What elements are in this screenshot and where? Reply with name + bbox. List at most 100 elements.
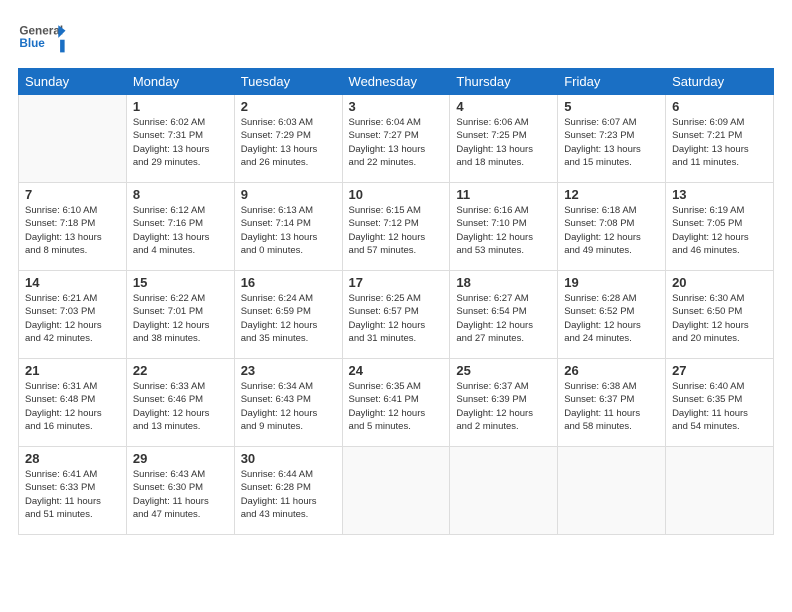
day-number: 15	[133, 275, 228, 290]
calendar-cell: 18 Sunrise: 6:27 AM Sunset: 6:54 PM Dayli…	[450, 271, 558, 359]
day-number: 30	[241, 451, 336, 466]
calendar-cell: 24 Sunrise: 6:35 AM Sunset: 6:41 PM Dayli…	[342, 359, 450, 447]
header: General Blue	[18, 18, 774, 56]
day-number: 28	[25, 451, 120, 466]
day-info: Sunrise: 6:44 AM Sunset: 6:28 PM Dayligh…	[241, 468, 336, 521]
calendar-cell: 11 Sunrise: 6:16 AM Sunset: 7:10 PM Dayli…	[450, 183, 558, 271]
week-row-5: 28 Sunrise: 6:41 AM Sunset: 6:33 PM Dayli…	[19, 447, 774, 535]
day-number: 5	[564, 99, 659, 114]
day-number: 26	[564, 363, 659, 378]
day-number: 25	[456, 363, 551, 378]
day-number: 12	[564, 187, 659, 202]
weekday-wednesday: Wednesday	[342, 69, 450, 95]
day-info: Sunrise: 6:43 AM Sunset: 6:30 PM Dayligh…	[133, 468, 228, 521]
calendar-cell: 23 Sunrise: 6:34 AM Sunset: 6:43 PM Dayli…	[234, 359, 342, 447]
day-info: Sunrise: 6:40 AM Sunset: 6:35 PM Dayligh…	[672, 380, 767, 433]
day-number: 13	[672, 187, 767, 202]
day-info: Sunrise: 6:37 AM Sunset: 6:39 PM Dayligh…	[456, 380, 551, 433]
day-number: 19	[564, 275, 659, 290]
calendar-cell: 12 Sunrise: 6:18 AM Sunset: 7:08 PM Dayli…	[558, 183, 666, 271]
day-info: Sunrise: 6:19 AM Sunset: 7:05 PM Dayligh…	[672, 204, 767, 257]
day-info: Sunrise: 6:10 AM Sunset: 7:18 PM Dayligh…	[25, 204, 120, 257]
day-info: Sunrise: 6:28 AM Sunset: 6:52 PM Dayligh…	[564, 292, 659, 345]
weekday-thursday: Thursday	[450, 69, 558, 95]
calendar-cell: 7 Sunrise: 6:10 AM Sunset: 7:18 PM Daylig…	[19, 183, 127, 271]
weekday-saturday: Saturday	[666, 69, 774, 95]
day-info: Sunrise: 6:33 AM Sunset: 6:46 PM Dayligh…	[133, 380, 228, 433]
svg-text:General: General	[19, 24, 63, 37]
calendar-cell	[450, 447, 558, 535]
day-info: Sunrise: 6:15 AM Sunset: 7:12 PM Dayligh…	[349, 204, 444, 257]
calendar-cell: 5 Sunrise: 6:07 AM Sunset: 7:23 PM Daylig…	[558, 95, 666, 183]
calendar-cell: 3Sunrise: 6:04 AM Sunset: 7:27 PM Daylig…	[342, 95, 450, 183]
day-info: Sunrise: 6:18 AM Sunset: 7:08 PM Dayligh…	[564, 204, 659, 257]
day-info: Sunrise: 6:34 AM Sunset: 6:43 PM Dayligh…	[241, 380, 336, 433]
day-number: 6	[672, 99, 767, 114]
week-row-2: 7 Sunrise: 6:10 AM Sunset: 7:18 PM Daylig…	[19, 183, 774, 271]
day-number: 27	[672, 363, 767, 378]
calendar-cell: 15 Sunrise: 6:22 AM Sunset: 7:01 PM Dayli…	[126, 271, 234, 359]
day-number: 29	[133, 451, 228, 466]
day-info: Sunrise: 6:22 AM Sunset: 7:01 PM Dayligh…	[133, 292, 228, 345]
day-info: Sunrise: 6:27 AM Sunset: 6:54 PM Dayligh…	[456, 292, 551, 345]
day-info: Sunrise: 6:03 AM Sunset: 7:29 PM Dayligh…	[241, 116, 336, 169]
day-info: Sunrise: 6:07 AM Sunset: 7:23 PM Dayligh…	[564, 116, 659, 169]
calendar-cell: 8Sunrise: 6:12 AM Sunset: 7:16 PM Daylig…	[126, 183, 234, 271]
day-number: 16	[241, 275, 336, 290]
logo: General Blue	[18, 18, 66, 56]
day-info: Sunrise: 6:16 AM Sunset: 7:10 PM Dayligh…	[456, 204, 551, 257]
calendar-page: General Blue SundayMondayTuesdayWednesda…	[0, 0, 792, 612]
day-number: 18	[456, 275, 551, 290]
calendar-cell: 10Sunrise: 6:15 AM Sunset: 7:12 PM Dayli…	[342, 183, 450, 271]
day-number: 1	[133, 99, 228, 114]
calendar-cell: 13 Sunrise: 6:19 AM Sunset: 7:05 PM Dayli…	[666, 183, 774, 271]
calendar-cell: 19 Sunrise: 6:28 AM Sunset: 6:52 PM Dayli…	[558, 271, 666, 359]
day-info: Sunrise: 6:13 AM Sunset: 7:14 PM Dayligh…	[241, 204, 336, 257]
svg-text:Blue: Blue	[19, 37, 45, 50]
day-info: Sunrise: 6:09 AM Sunset: 7:21 PM Dayligh…	[672, 116, 767, 169]
calendar-cell	[666, 447, 774, 535]
day-info: Sunrise: 6:25 AM Sunset: 6:57 PM Dayligh…	[349, 292, 444, 345]
logo-icon: General Blue	[18, 18, 66, 56]
day-number: 23	[241, 363, 336, 378]
day-number: 24	[349, 363, 444, 378]
day-info: Sunrise: 6:24 AM Sunset: 6:59 PM Dayligh…	[241, 292, 336, 345]
week-row-3: 14Sunrise: 6:21 AM Sunset: 7:03 PM Dayli…	[19, 271, 774, 359]
day-number: 14	[25, 275, 120, 290]
calendar-cell: 17 Sunrise: 6:25 AM Sunset: 6:57 PM Dayli…	[342, 271, 450, 359]
day-info: Sunrise: 6:31 AM Sunset: 6:48 PM Dayligh…	[25, 380, 120, 433]
calendar-cell: 26 Sunrise: 6:38 AM Sunset: 6:37 PM Dayli…	[558, 359, 666, 447]
day-number: 8	[133, 187, 228, 202]
day-info: Sunrise: 6:38 AM Sunset: 6:37 PM Dayligh…	[564, 380, 659, 433]
weekday-sunday: Sunday	[19, 69, 127, 95]
calendar-cell: 9 Sunrise: 6:13 AM Sunset: 7:14 PM Daylig…	[234, 183, 342, 271]
calendar-cell: 29 Sunrise: 6:43 AM Sunset: 6:30 PM Dayli…	[126, 447, 234, 535]
day-number: 11	[456, 187, 551, 202]
calendar-cell: 16 Sunrise: 6:24 AM Sunset: 6:59 PM Dayli…	[234, 271, 342, 359]
day-info: Sunrise: 6:02 AM Sunset: 7:31 PM Dayligh…	[133, 116, 228, 169]
weekday-monday: Monday	[126, 69, 234, 95]
day-info: Sunrise: 6:04 AM Sunset: 7:27 PM Dayligh…	[349, 116, 444, 169]
weekday-friday: Friday	[558, 69, 666, 95]
calendar-cell: 20 Sunrise: 6:30 AM Sunset: 6:50 PM Dayli…	[666, 271, 774, 359]
calendar-cell: 2 Sunrise: 6:03 AM Sunset: 7:29 PM Daylig…	[234, 95, 342, 183]
day-number: 17	[349, 275, 444, 290]
day-number: 9	[241, 187, 336, 202]
day-info: Sunrise: 6:35 AM Sunset: 6:41 PM Dayligh…	[349, 380, 444, 433]
day-number: 22	[133, 363, 228, 378]
day-info: Sunrise: 6:06 AM Sunset: 7:25 PM Dayligh…	[456, 116, 551, 169]
week-row-4: 21Sunrise: 6:31 AM Sunset: 6:48 PM Dayli…	[19, 359, 774, 447]
day-info: Sunrise: 6:41 AM Sunset: 6:33 PM Dayligh…	[25, 468, 120, 521]
week-row-1: 1 Sunrise: 6:02 AM Sunset: 7:31 PM Daylig…	[19, 95, 774, 183]
day-number: 20	[672, 275, 767, 290]
calendar-cell: 27 Sunrise: 6:40 AM Sunset: 6:35 PM Dayli…	[666, 359, 774, 447]
calendar-cell: 30 Sunrise: 6:44 AM Sunset: 6:28 PM Dayli…	[234, 447, 342, 535]
calendar-cell: 22 Sunrise: 6:33 AM Sunset: 6:46 PM Dayli…	[126, 359, 234, 447]
calendar-cell: 6 Sunrise: 6:09 AM Sunset: 7:21 PM Daylig…	[666, 95, 774, 183]
day-number: 2	[241, 99, 336, 114]
calendar-cell	[558, 447, 666, 535]
day-info: Sunrise: 6:30 AM Sunset: 6:50 PM Dayligh…	[672, 292, 767, 345]
day-number: 7	[25, 187, 120, 202]
calendar-cell: 28 Sunrise: 6:41 AM Sunset: 6:33 PM Dayli…	[19, 447, 127, 535]
calendar-cell	[19, 95, 127, 183]
